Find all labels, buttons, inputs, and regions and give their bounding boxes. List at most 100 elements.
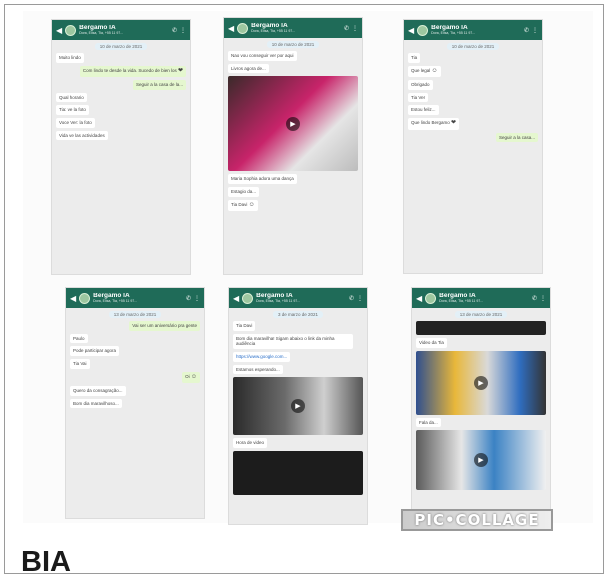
- call-icon[interactable]: ✆: [524, 27, 529, 34]
- message: Nao vou conseguir ver por aqui: [228, 51, 297, 61]
- message: Que lindo Bergamo ❤: [408, 118, 460, 130]
- message: Qual horario: [56, 92, 87, 103]
- date-chip: 10 de marzo de 2021: [446, 43, 500, 50]
- screenshot-collage: ◀ Bergamo IA Dora, Elisa, Tia, +55 11 97…: [23, 11, 593, 531]
- video-thumbnail[interactable]: ▶: [416, 350, 546, 415]
- chat-body: 10 de marzo de 2021 Tia Que legal ☺ Obri…: [404, 40, 542, 145]
- back-arrow-icon[interactable]: ◀: [416, 294, 422, 303]
- message: Seguir a la casa de la...: [132, 80, 186, 90]
- message: Voce Ver: la foto: [56, 118, 95, 128]
- menu-icon[interactable]: ⋮: [540, 295, 546, 302]
- message: Estamos esperando...: [233, 364, 283, 375]
- chat-screenshot-2: ◀ Bergamo IA Dora, Elisa, Tia, +55 11 97…: [223, 17, 363, 275]
- call-icon[interactable]: ✆: [186, 295, 191, 302]
- date-chip: 10 de marzo de 2021: [94, 43, 148, 50]
- call-icon[interactable]: ✆: [349, 295, 354, 302]
- date-chip: 10 de marzo de 2021: [266, 41, 320, 48]
- call-icon[interactable]: ✆: [532, 295, 537, 302]
- message: Paulo: [70, 333, 88, 344]
- message: Quero da consagração...: [70, 386, 126, 396]
- message: Vida ve las actividades: [56, 130, 108, 141]
- video-thumbnail[interactable]: ▶: [228, 76, 358, 172]
- participants: Dora, Elisa, Tia, +55 11 97...: [93, 298, 138, 303]
- heart-emoji-icon: ❤: [177, 67, 183, 74]
- message: Estagio da...: [228, 186, 260, 197]
- menu-icon[interactable]: ⋮: [194, 295, 200, 302]
- message: Obrigado: [408, 80, 433, 90]
- menu-icon[interactable]: ⋮: [352, 25, 358, 32]
- collage-label: BIA: [21, 546, 71, 578]
- participants: Dora, Elisa, Tia, +55 11 97...: [79, 30, 124, 35]
- message: Estou feliz...: [408, 105, 439, 115]
- back-arrow-icon[interactable]: ◀: [233, 294, 239, 303]
- message: Com lindo te desde la vida. Sucedo de bi…: [79, 65, 186, 78]
- pic-collage-watermark: PIC•COLLAGE: [401, 509, 553, 531]
- chat-header: ◀ Bergamo IA Dora, Elisa, Tia, +55 11 97…: [224, 18, 362, 38]
- message: Bom dia maravilhoso...: [70, 398, 122, 409]
- chat-body: 10 de marzo de 2021 Nao vou conseguir ve…: [224, 38, 362, 214]
- chat-header: ◀ Bergamo IA Dora, Elisa, Tia, +55 11 97…: [66, 288, 204, 308]
- message: Muito lindo: [56, 53, 84, 63]
- date-chip: 13 de marzo de 2021: [108, 311, 162, 318]
- message: Video da Tia: [416, 338, 447, 348]
- chat-header: ◀ Bergamo IA Dora, Elisa, Tia, +55 11 97…: [404, 20, 542, 40]
- chat-header: ◀ Bergamo IA Dora, Elisa, Tia, +55 11 97…: [229, 288, 367, 308]
- message: Pode participar agora: [70, 346, 120, 356]
- chat-screenshot-3: ◀ Bergamo IA Dora, Elisa, Tia, +55 11 97…: [403, 19, 543, 274]
- back-arrow-icon[interactable]: ◀: [408, 26, 414, 35]
- group-avatar: [425, 292, 437, 304]
- message: Hora de video: [233, 438, 268, 448]
- smile-emoji-icon: ☺: [190, 373, 197, 380]
- message: Tia Davi: [233, 321, 256, 331]
- date-chip: 3 de marzo de 2021: [272, 311, 324, 318]
- message: Seguir a la casa...: [495, 132, 538, 143]
- smile-emoji-icon: ☺: [431, 67, 438, 74]
- smile-emoji-icon: ☺: [248, 201, 255, 208]
- message: Tia Davi ☺: [228, 199, 258, 211]
- message: Tia: [408, 53, 421, 63]
- call-icon[interactable]: ✆: [172, 27, 177, 34]
- message: Livros agora de...: [228, 63, 269, 74]
- heart-emoji-icon: ❤: [451, 120, 457, 126]
- group-avatar: [237, 22, 249, 34]
- back-arrow-icon[interactable]: ◀: [56, 26, 62, 35]
- chat-body: 10 de marzo de 2021 Muito lindo Com lind…: [52, 40, 190, 143]
- play-icon[interactable]: ▶: [286, 116, 300, 131]
- group-avatar: [79, 292, 91, 304]
- message: Bom dia maravilha! Sigam abaixo o link d…: [233, 333, 353, 349]
- message: Que legal ☺: [408, 65, 441, 78]
- message: Oi ☺: [182, 371, 200, 383]
- video-thumbnail[interactable]: ▶: [416, 430, 546, 491]
- back-arrow-icon[interactable]: ◀: [70, 294, 76, 303]
- play-icon[interactable]: ▶: [474, 453, 488, 468]
- message: Vai ser um aniversário pra gente: [129, 321, 200, 331]
- video-thumbnail[interactable]: ▶: [233, 377, 363, 436]
- message: Fala da...: [416, 417, 441, 428]
- menu-icon[interactable]: ⋮: [180, 27, 186, 34]
- back-arrow-icon[interactable]: ◀: [228, 24, 234, 33]
- call-icon[interactable]: ✆: [344, 25, 349, 32]
- menu-icon[interactable]: ⋮: [357, 295, 363, 302]
- group-avatar: [65, 24, 77, 36]
- chat-screenshot-5: ◀ Bergamo IA Dora, Elisa, Tia, +55 11 97…: [228, 287, 368, 525]
- chat-screenshot-1: ◀ Bergamo IA Dora, Elisa, Tia, +55 11 97…: [51, 19, 191, 275]
- date-chip: 13 de marzo de 2021: [454, 311, 508, 318]
- participants: Dora, Elisa, Tia, +55 11 97...: [256, 298, 301, 303]
- chat-body: 13 de marzo de 2021 Vai ser um aniversár…: [66, 308, 204, 411]
- participants: Dora, Elisa, Tia, +55 11 97...: [251, 28, 296, 33]
- chat-body: 13 de marzo de 2021 Video da Tia ▶ Fala …: [412, 308, 550, 493]
- collage-frame: ◀ Bergamo IA Dora, Elisa, Tia, +55 11 97…: [4, 4, 604, 578]
- message: Tia: ve la foto: [56, 105, 89, 115]
- group-avatar: [242, 292, 254, 304]
- menu-icon[interactable]: ⋮: [532, 27, 538, 34]
- group-avatar: [417, 24, 429, 36]
- play-icon[interactable]: ▶: [291, 399, 305, 414]
- chat-screenshot-4: ◀ Bergamo IA Dora, Elisa, Tia, +55 11 97…: [65, 287, 205, 519]
- chat-screenshot-6: ◀ Bergamo IA Dora, Elisa, Tia, +55 11 97…: [411, 287, 551, 517]
- participants: Dora, Elisa, Tia, +55 11 97...: [439, 298, 484, 303]
- video-thumbnail[interactable]: [416, 321, 546, 335]
- video-thumbnail[interactable]: [233, 450, 363, 495]
- play-icon[interactable]: ▶: [474, 375, 488, 390]
- message: Maria Sophia adora uma dança: [228, 174, 297, 184]
- link-message[interactable]: https://www.google.com...: [233, 351, 291, 362]
